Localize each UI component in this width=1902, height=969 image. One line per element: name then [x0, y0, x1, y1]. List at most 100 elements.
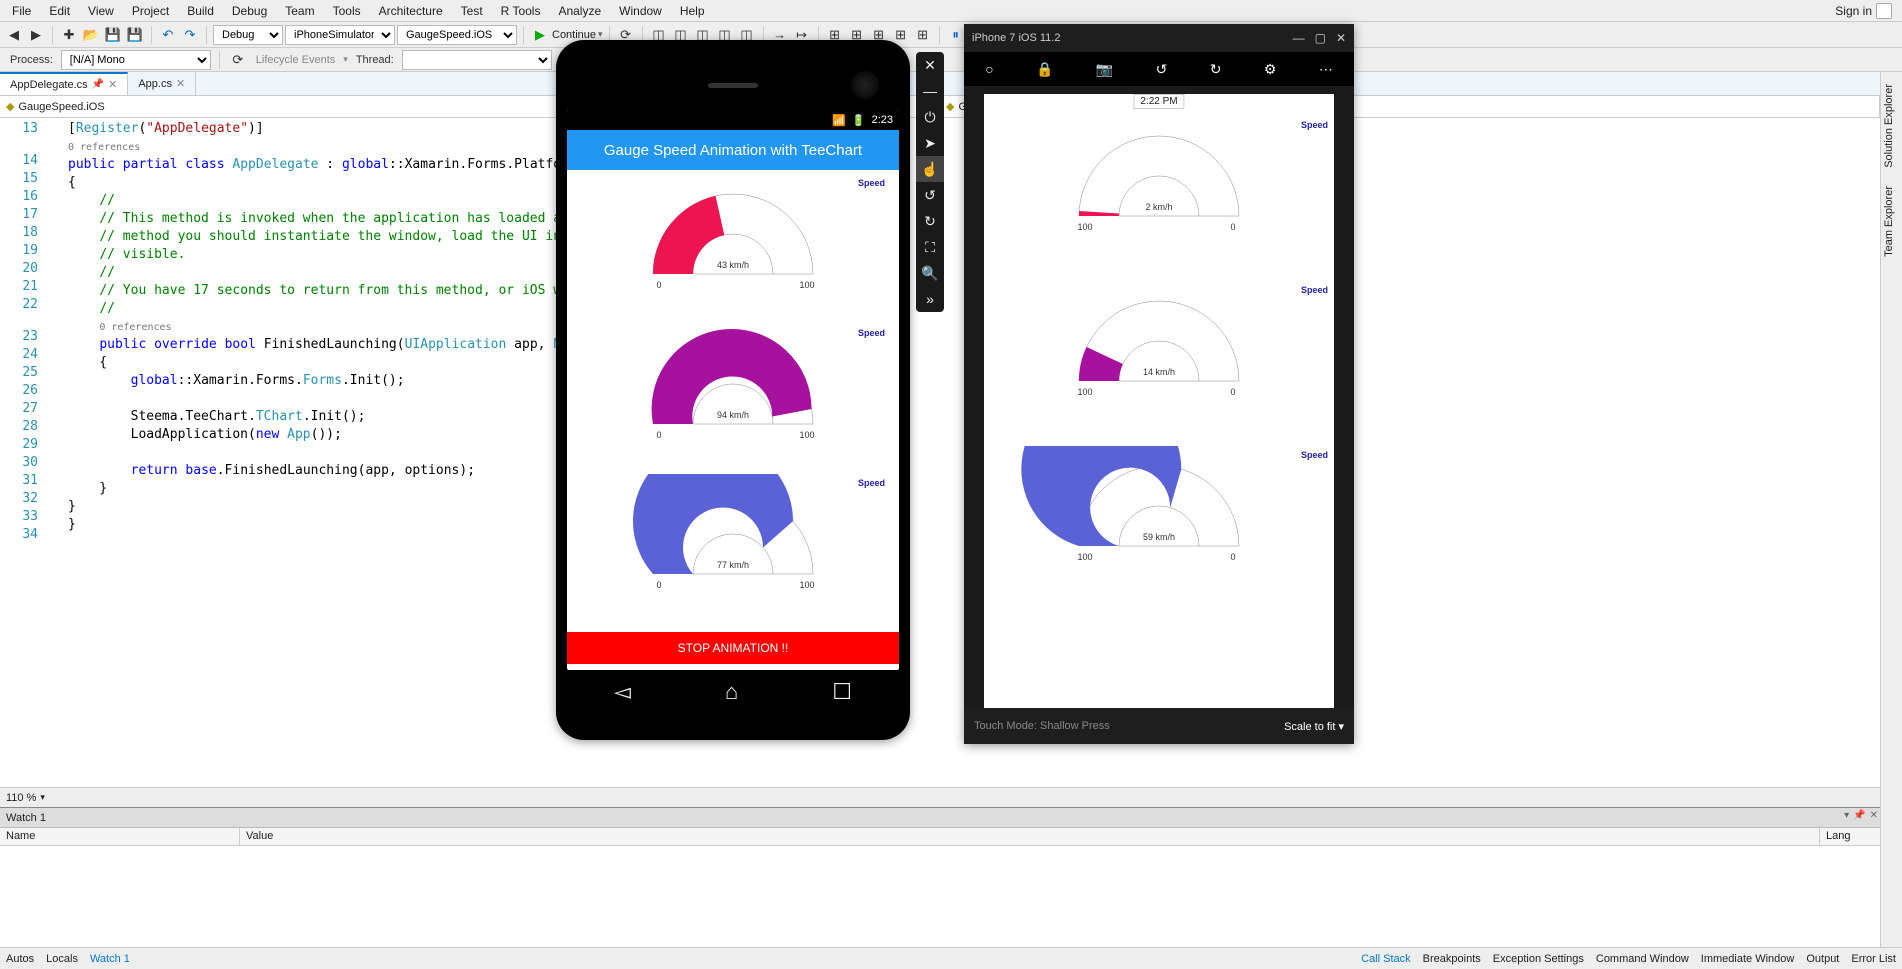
main-toolbar: ◀ ▶ ✚ 📂 💾 💾 ↶ ↷ Debug iPhoneSimulator Ga…: [0, 22, 1902, 48]
bottom-tab-watch-1[interactable]: Watch 1: [90, 953, 130, 965]
android-gauge-0: Speed 43 km/h 0 100: [575, 174, 891, 324]
lifecycle-label[interactable]: Lifecycle Events: [252, 54, 339, 66]
menu-project[interactable]: Project: [124, 2, 177, 20]
pin-icon[interactable]: 📌: [92, 79, 104, 90]
ios-min-icon[interactable]: —: [1293, 31, 1305, 45]
ios-rotate-left-icon[interactable]: ↺: [1156, 61, 1168, 78]
bottom-tab-breakpoints[interactable]: Breakpoints: [1423, 953, 1481, 965]
nav-fwd-icon[interactable]: ▶: [26, 25, 46, 45]
menu-help[interactable]: Help: [672, 2, 713, 20]
svg-text:77 km/h: 77 km/h: [717, 560, 749, 570]
watch-col-lang[interactable]: Lang: [1820, 828, 1880, 845]
android-gauge-1: Speed 94 km/h 0 100: [575, 324, 891, 474]
pause-icon[interactable]: ⏸: [946, 25, 966, 45]
gauge-series-label: Speed: [858, 478, 885, 488]
emu-zoom-icon[interactable]: 🔍: [916, 260, 944, 286]
menu-tools[interactable]: Tools: [325, 2, 369, 20]
gauge-chart: 94 km/h 0 100: [583, 324, 883, 444]
emu-more-icon[interactable]: »: [916, 286, 944, 312]
device-select[interactable]: iPhoneSimulator: [285, 25, 395, 45]
bottom-tab-command-window[interactable]: Command Window: [1596, 953, 1689, 965]
gauge-chart: 2 km/h 100 0: [1009, 116, 1309, 236]
android-recent-icon[interactable]: ☐: [832, 679, 852, 705]
ios-more-icon[interactable]: ⋯: [1319, 61, 1333, 78]
panel-tab-solution-explorer[interactable]: Solution Explorer: [1881, 76, 1902, 176]
bottom-tab-locals[interactable]: Locals: [46, 953, 78, 965]
process-select[interactable]: [N/A] Mono: [61, 50, 211, 70]
ios-screenshot-icon[interactable]: 📷: [1096, 61, 1113, 78]
emu-close-icon[interactable]: ✕: [916, 52, 944, 78]
watch-col-name[interactable]: Name: [0, 828, 240, 845]
tb-ic12[interactable]: ⊞: [913, 25, 933, 45]
save-all-icon[interactable]: 💾: [125, 25, 145, 45]
emu-pointer-icon[interactable]: ➤: [916, 130, 944, 156]
bottom-tab-error-list[interactable]: Error List: [1851, 953, 1896, 965]
menu-edit[interactable]: Edit: [41, 2, 78, 20]
watch-col-value[interactable]: Value: [240, 828, 1820, 845]
emu-fit-icon[interactable]: ⛶: [916, 234, 944, 260]
emu-min-icon[interactable]: —: [916, 78, 944, 104]
lifecycle-icon[interactable]: ⟳: [228, 50, 248, 70]
emu-power-icon[interactable]: ⏻: [916, 104, 944, 130]
panel-tab-team-explorer[interactable]: Team Explorer: [1881, 178, 1902, 265]
ios-lock-icon[interactable]: 🔒: [1036, 61, 1053, 78]
emu-rotate-right-icon[interactable]: ↻: [916, 208, 944, 234]
watch-close-icon[interactable]: ✕: [1870, 810, 1878, 821]
project-select[interactable]: GaugeSpeed.iOS: [397, 25, 517, 45]
bottom-tab-call-stack[interactable]: Call Stack: [1361, 953, 1411, 965]
file-tab-app-cs[interactable]: App.cs ✕: [128, 72, 196, 95]
menu-test[interactable]: Test: [453, 2, 491, 20]
ios-max-icon[interactable]: ▢: [1315, 31, 1326, 45]
thread-select[interactable]: [402, 50, 552, 70]
menu-view[interactable]: View: [80, 2, 122, 20]
file-tab-appdelegate-cs[interactable]: AppDelegate.cs 📌 ✕: [0, 72, 128, 95]
sign-in-link[interactable]: Sign in: [1835, 3, 1898, 19]
android-back-icon[interactable]: ◅: [614, 679, 631, 705]
ios-settings-icon[interactable]: ⚙: [1264, 61, 1277, 78]
nav-back-icon[interactable]: ◀: [4, 25, 24, 45]
android-gauge-2: Speed 77 km/h 0 100: [575, 474, 891, 624]
close-icon[interactable]: ✕: [176, 77, 185, 90]
bottom-tab-autos[interactable]: Autos: [6, 953, 34, 965]
bottom-tab-immediate-window[interactable]: Immediate Window: [1701, 953, 1795, 965]
ios-rotate-right-icon[interactable]: ↻: [1210, 61, 1222, 78]
new-icon[interactable]: ✚: [59, 25, 79, 45]
stop-animation-button[interactable]: STOP ANIMATION !!: [567, 632, 899, 664]
save-icon[interactable]: 💾: [103, 25, 123, 45]
menu-file[interactable]: File: [4, 2, 39, 20]
watch-pin-icon[interactable]: 📌: [1853, 810, 1865, 821]
ios-home-icon[interactable]: ○: [985, 61, 993, 77]
svg-text:100: 100: [1077, 222, 1092, 232]
android-time: 2:23: [872, 114, 893, 126]
emu-rotate-left-icon[interactable]: ↺: [916, 182, 944, 208]
menu-debug[interactable]: Debug: [224, 2, 275, 20]
debug-toolbar: Process: [N/A] Mono ⟳ Lifecycle Events ▾…: [0, 48, 1902, 72]
menu-analyze[interactable]: Analyze: [550, 2, 609, 20]
close-icon[interactable]: ✕: [108, 78, 117, 91]
ios-scale-select[interactable]: Scale to fit ▾: [1284, 720, 1344, 733]
tb-ic11[interactable]: ⊞: [891, 25, 911, 45]
menu-team[interactable]: Team: [277, 2, 322, 20]
android-camera: [851, 71, 879, 99]
ios-close-icon[interactable]: ✕: [1336, 31, 1346, 45]
menu-architecture[interactable]: Architecture: [371, 2, 451, 20]
android-app-bar: Gauge Speed Animation with TeeChart: [567, 130, 899, 170]
menu-window[interactable]: Window: [611, 2, 670, 20]
watch-dropdown-icon[interactable]: ▾: [1844, 810, 1849, 821]
android-home-icon[interactable]: ⌂: [725, 679, 738, 705]
continue-icon[interactable]: ▶: [530, 25, 550, 45]
open-icon[interactable]: 📂: [81, 25, 101, 45]
continue-label[interactable]: Continue: [552, 29, 596, 41]
bottom-tab-exception-settings[interactable]: Exception Settings: [1493, 953, 1584, 965]
menu-build[interactable]: Build: [179, 2, 222, 20]
bottom-tab-output[interactable]: Output: [1806, 953, 1839, 965]
watch-body[interactable]: [0, 846, 1880, 947]
zoom-value[interactable]: 110 %: [6, 792, 36, 804]
redo-icon[interactable]: ↷: [180, 25, 200, 45]
ios-touch-mode-value: Shallow Press: [1040, 720, 1110, 732]
menu-r-tools[interactable]: R Tools: [493, 2, 549, 20]
config-select[interactable]: Debug: [213, 25, 283, 45]
ios-touch-mode-label: Touch Mode:: [974, 720, 1037, 732]
undo-icon[interactable]: ↶: [158, 25, 178, 45]
emu-touch-icon[interactable]: ☝: [916, 156, 944, 182]
